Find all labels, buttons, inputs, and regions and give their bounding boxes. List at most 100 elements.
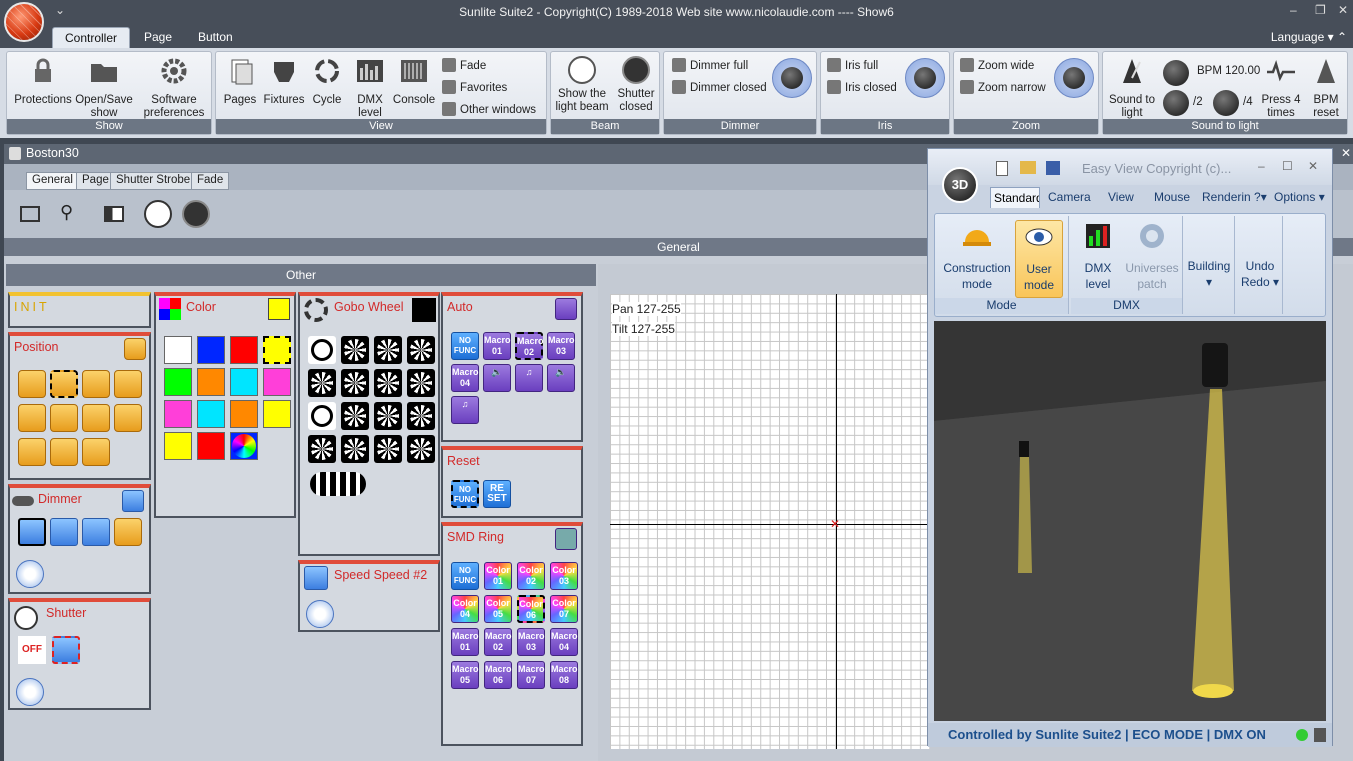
color-swatch[interactable] — [197, 400, 225, 428]
quick-access-dropdown[interactable]: ⌄ — [55, 3, 65, 17]
position-marker-icon[interactable]: ✕ — [830, 518, 840, 530]
color-swatch[interactable] — [197, 336, 225, 364]
color-swatch[interactable] — [197, 368, 225, 396]
gobo-button[interactable] — [407, 336, 435, 364]
color-swatch[interactable] — [263, 336, 291, 364]
auto-macro-02[interactable]: Macro 02 — [515, 332, 544, 360]
press-4-times-button[interactable]: Press 4 times — [1259, 56, 1303, 120]
eight-loop-button[interactable] — [82, 370, 110, 398]
bpm-tap-button[interactable] — [1163, 60, 1189, 89]
smd-color-button[interactable]: Color 05 — [484, 595, 512, 623]
maximize-button[interactable]: ❐ — [1315, 3, 1326, 17]
easy-view-minimize[interactable]: – — [1258, 159, 1265, 173]
shutter-closed-button[interactable]: Shutter closed — [613, 56, 659, 114]
tab-general[interactable]: General — [26, 172, 79, 190]
smd-macro-button[interactable]: Macro 01 — [451, 628, 479, 656]
iris-full-button[interactable]: Iris full — [827, 58, 878, 72]
gobo-button[interactable] — [341, 435, 369, 463]
reset-button[interactable]: RE SET — [483, 480, 511, 508]
other-windows-button[interactable]: Other windows — [442, 102, 536, 116]
gobo-button[interactable] — [341, 336, 369, 364]
auto-macro-03[interactable]: Macro 03 — [547, 332, 575, 360]
easy-view-close[interactable]: ✕ — [1308, 159, 1318, 173]
color-swatch[interactable] — [164, 336, 192, 364]
smd-macro-button[interactable]: Macro 07 — [517, 661, 545, 689]
fixture-window-close[interactable]: ✕ — [1341, 146, 1351, 160]
smd-macro-button[interactable]: Macro 06 — [484, 661, 512, 689]
layout-icon[interactable] — [104, 206, 124, 222]
reset-nofunc-button[interactable]: NO FUNC — [451, 480, 479, 508]
color-swatch[interactable] — [263, 400, 291, 428]
language-menu[interactable]: Language ▾ ⌃ — [1271, 30, 1347, 44]
tab-shutter-strobe[interactable]: Shutter Strobe — [110, 172, 197, 190]
zoom-narrow-button[interactable]: Zoom narrow — [960, 80, 1046, 94]
sound2-macro-button[interactable]: 🔈 — [547, 364, 575, 392]
zoom-knob[interactable] — [1054, 58, 1094, 98]
figure-eight-button[interactable] — [50, 404, 78, 432]
color-swatch[interactable] — [164, 368, 192, 396]
tab-view[interactable]: View — [1108, 190, 1134, 204]
dmx-level-3d-button[interactable]: DMX level — [1075, 220, 1121, 292]
dmx-level-button[interactable]: DMX level — [350, 56, 390, 120]
dimmer-full-button[interactable]: Dimmer full — [672, 58, 748, 72]
init-panel[interactable]: INIT — [8, 292, 151, 328]
smd-nofunc-button[interactable]: NO FUNC — [451, 562, 479, 590]
color-swatch[interactable] — [263, 368, 291, 396]
dimmer-pulse2-preset[interactable] — [82, 518, 110, 546]
3d-viewport[interactable] — [934, 321, 1326, 721]
cycle-button[interactable]: Cycle — [308, 56, 346, 107]
zoom-wide-button[interactable]: Zoom wide — [960, 58, 1034, 72]
color-swatch[interactable] — [230, 368, 258, 396]
smd-color-button[interactable]: Color 06 — [517, 595, 545, 623]
undo-redo-button[interactable]: Undo Redo ▾ — [1237, 258, 1283, 290]
music-macro-button[interactable]: ♫ — [515, 364, 543, 392]
gobo-button[interactable] — [308, 402, 336, 430]
iris-closed-button[interactable]: Iris closed — [827, 80, 897, 94]
options-menu[interactable]: Options ▾ — [1274, 190, 1325, 204]
smd-color-button[interactable]: Color 07 — [550, 595, 578, 623]
smd-macro-button[interactable]: Macro 03 — [517, 628, 545, 656]
console-button[interactable]: Console — [392, 56, 436, 107]
quarter-tempo-button[interactable] — [1213, 90, 1239, 119]
smd-macro-button[interactable]: Macro 08 — [550, 661, 578, 689]
shutter-strobe-button[interactable] — [52, 636, 80, 664]
gobo-button[interactable] — [308, 369, 336, 397]
speed-knob[interactable] — [306, 600, 334, 628]
wave-move-button[interactable] — [114, 370, 142, 398]
color-wheel-icon[interactable] — [232, 434, 256, 458]
search-icon[interactable]: ⚲ — [60, 202, 73, 223]
tab-controller[interactable]: Controller — [52, 27, 131, 48]
dimmer-pulse-preset[interactable] — [50, 518, 78, 546]
color-swatch[interactable] — [197, 432, 225, 460]
dimmer-knob[interactable] — [772, 58, 812, 98]
construction-mode-button[interactable]: Construction mode — [939, 220, 1015, 292]
curve-move-button[interactable] — [18, 404, 46, 432]
smd-macro-button[interactable]: Macro 02 — [484, 628, 512, 656]
gobo-rotate-icon[interactable] — [310, 472, 366, 496]
center-move-button[interactable] — [50, 370, 78, 398]
sound-to-light-button[interactable]: Sound to light — [1105, 56, 1159, 120]
color-swatch[interactable] — [230, 400, 258, 428]
tab-camera[interactable]: Camera — [1048, 190, 1091, 204]
save-icon[interactable] — [1046, 161, 1060, 175]
tab-button[interactable]: Button — [186, 27, 245, 48]
minimize-button[interactable]: – — [1290, 3, 1297, 17]
double-vertical-button[interactable] — [50, 438, 78, 466]
gobo-button[interactable] — [407, 369, 435, 397]
gobo-button[interactable] — [341, 369, 369, 397]
color-swatch[interactable] — [164, 400, 192, 428]
fixtures-button[interactable]: Fixtures — [262, 56, 306, 107]
protections-button[interactable]: Protections — [11, 56, 75, 107]
vertical-move-button[interactable] — [18, 438, 46, 466]
gobo-button[interactable] — [341, 402, 369, 430]
sound-macro-button[interactable]: 🔈 — [483, 364, 511, 392]
gobo-button[interactable] — [308, 435, 336, 463]
universes-patch-button[interactable]: Universes patch — [1123, 220, 1181, 292]
double-horizontal-button[interactable] — [114, 404, 142, 432]
smd-macro-button[interactable]: Macro 05 — [451, 661, 479, 689]
dimmer-random-preset[interactable] — [114, 518, 142, 546]
music2-macro-button[interactable]: ♫ — [451, 396, 479, 424]
pan-tilt-grid[interactable]: ✕ Pan 127-255 Tilt 127-255 — [610, 294, 930, 749]
tab-fade[interactable]: Fade — [191, 172, 230, 190]
color-swatch[interactable] — [230, 336, 258, 364]
